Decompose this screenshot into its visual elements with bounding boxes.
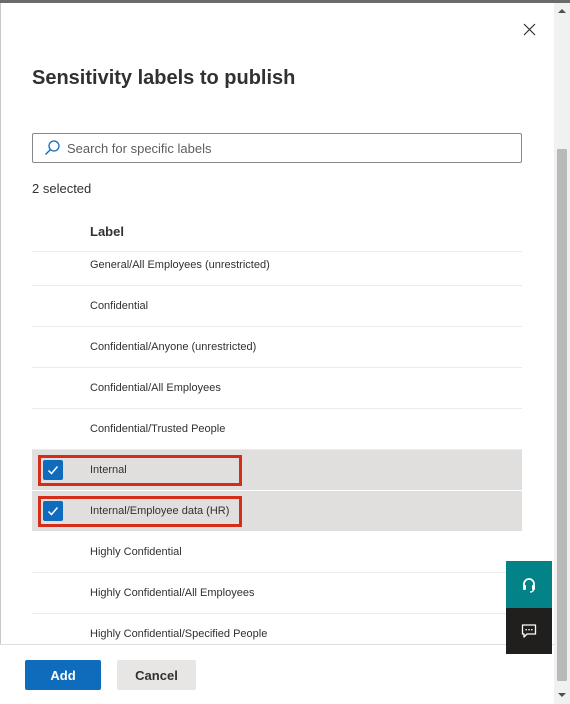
search-input[interactable] <box>67 135 507 161</box>
panel-footer: Add Cancel <box>0 644 554 704</box>
panel-left-edge <box>0 3 1 704</box>
highlight-box <box>38 455 242 486</box>
search-box[interactable] <box>32 133 522 163</box>
row-label: Highly Confidential <box>90 546 182 558</box>
headset-icon <box>523 577 535 593</box>
feedback-button[interactable] <box>506 608 552 654</box>
list-header: Label <box>32 210 522 252</box>
row-label: Highly Confidential/Specified People <box>90 628 268 640</box>
list-row[interactable]: Highly Confidential <box>32 532 522 573</box>
row-label: Confidential/Trusted People <box>90 423 226 435</box>
panel-title: Sensitivity labels to publish <box>32 67 296 89</box>
highlight-box <box>38 496 242 527</box>
row-label: General/All Employees (unrestricted) <box>90 259 270 271</box>
list-row[interactable]: Highly Confidential/All Employees <box>32 573 522 614</box>
row-label: Highly Confidential/All Employees <box>90 587 255 599</box>
list-row[interactable]: Confidential/Anyone (unrestricted) <box>32 327 522 368</box>
row-label: Confidential/Anyone (unrestricted) <box>90 341 257 353</box>
scrollbar-thumb[interactable] <box>557 149 567 681</box>
list-rows: General/All Employees (unrestricted) Con… <box>32 252 522 644</box>
scroll-up-arrow-icon[interactable] <box>554 5 570 17</box>
labels-list: Label General/All Employees (unrestricte… <box>32 210 522 644</box>
list-row[interactable]: Confidential/Trusted People <box>32 409 522 450</box>
row-label: Confidential/All Employees <box>90 382 221 394</box>
feedback-icon <box>521 624 537 638</box>
cancel-button[interactable]: Cancel <box>117 660 196 690</box>
list-row-selected[interactable]: Internal <box>32 450 522 491</box>
list-row[interactable]: Highly Confidential/Specified People <box>32 614 522 644</box>
close-button[interactable] <box>516 16 542 42</box>
list-row-selected[interactable]: Internal/Employee data (HR) <box>32 491 522 532</box>
list-row[interactable]: Confidential/All Employees <box>32 368 522 409</box>
window-top-edge <box>0 0 570 3</box>
scroll-down-arrow-icon[interactable] <box>554 689 570 701</box>
vertical-scrollbar[interactable] <box>554 3 570 704</box>
selected-count: 2 selected <box>32 181 92 196</box>
column-header-label: Label <box>90 224 124 239</box>
add-button[interactable]: Add <box>25 660 101 690</box>
list-row[interactable]: General/All Employees (unrestricted) <box>32 252 522 286</box>
row-label: Confidential <box>90 300 149 312</box>
close-icon <box>523 23 535 35</box>
search-icon <box>37 134 67 162</box>
list-row[interactable]: Confidential <box>32 286 522 327</box>
help-button[interactable] <box>506 561 552 608</box>
